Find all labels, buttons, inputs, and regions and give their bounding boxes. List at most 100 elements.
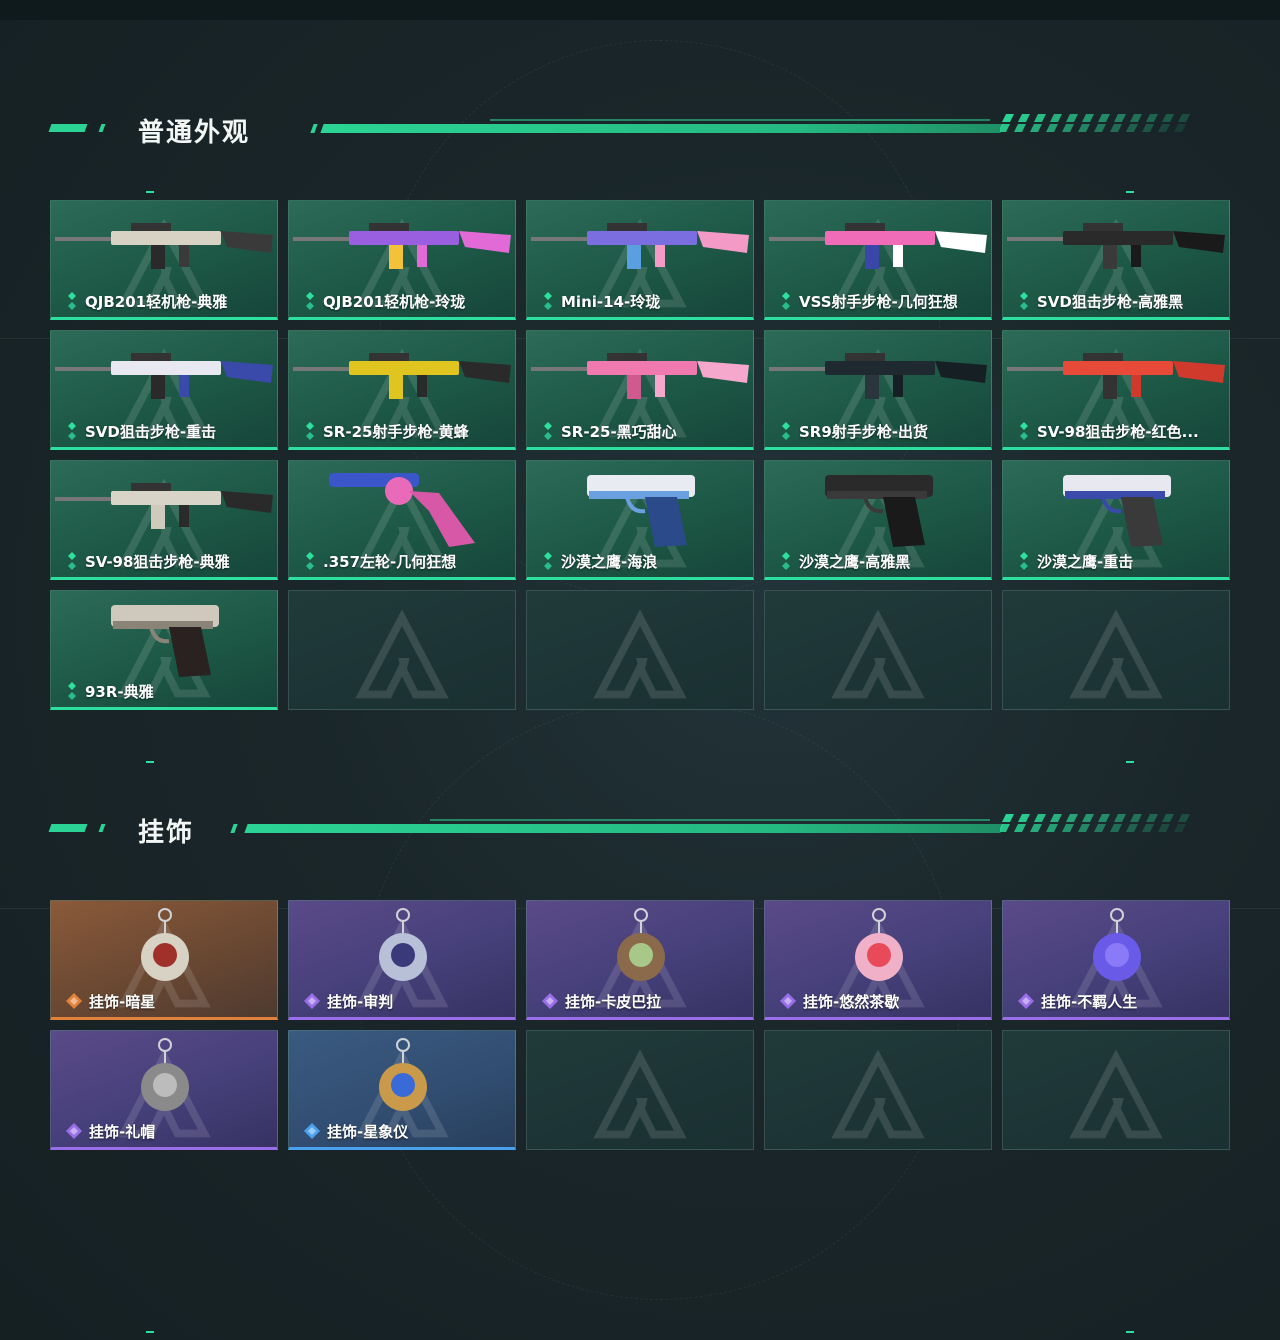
item-name: SR-25-黑巧甜心: [561, 422, 677, 441]
sr25-pink-icon: [531, 353, 749, 399]
charm-card[interactable]: 挂饰-悠然茶歇: [764, 900, 992, 1020]
rarity-diamond-icon: [544, 552, 552, 570]
header-bar: [320, 124, 1004, 133]
corner-tick: [1126, 1331, 1134, 1333]
empty-slot: [1002, 590, 1230, 710]
skin-card[interactable]: 沙漠之鹰-海浪: [526, 460, 754, 580]
rarity-diamond-icon: [304, 1123, 320, 1139]
skin-card[interactable]: QJB201轻机枪-玲珑: [288, 200, 516, 320]
sv98-red-icon: [1007, 353, 1225, 399]
rarity-diamond-icon: [1020, 292, 1028, 310]
skin-card[interactable]: SR-25-黑巧甜心: [526, 330, 754, 450]
rarity-diamond-icon: [68, 422, 76, 440]
charm-card[interactable]: 挂饰-审判: [288, 900, 516, 1020]
card-label: 挂饰-不羁人生: [1017, 991, 1137, 1011]
skin-card[interactable]: 93R-典雅: [50, 590, 278, 710]
section-header-skins: 普通外观: [48, 110, 1200, 150]
sv98-classic-icon: [55, 483, 273, 529]
rarity-diamond-icon: [542, 993, 558, 1009]
deagle-black-icon: [825, 475, 933, 547]
brand-watermark-icon: [1069, 1050, 1163, 1139]
svd-white-blue-icon: [55, 353, 273, 399]
item-name: Mini-14-玲珑: [561, 292, 661, 311]
item-name: 挂饰-悠然茶歇: [803, 992, 900, 1011]
corner-tick: [1126, 761, 1134, 763]
skin-card[interactable]: SR-25射手步枪-黄蜂: [288, 330, 516, 450]
item-name: 挂饰-审判: [327, 992, 394, 1011]
revolver-pink-icon: [329, 473, 475, 547]
empty-slot: [764, 1030, 992, 1150]
rarity-diamond-icon: [782, 552, 790, 570]
card-label: 挂饰-礼帽: [65, 1121, 155, 1141]
skin-card[interactable]: VSS射手步枪-几何狂想: [764, 200, 992, 320]
item-name: 挂饰-礼帽: [89, 1122, 156, 1141]
skins-grid: QJB201轻机枪-典雅 QJB201轻机枪-玲珑 Mini-14-玲珑 VSS…: [50, 200, 1230, 710]
rarity-diamond-icon: [544, 422, 552, 440]
item-name: SV-98狙击步枪-红色...: [1037, 422, 1199, 441]
skin-card[interactable]: SV-98狙击步枪-红色...: [1002, 330, 1230, 450]
vss-pink-icon: [769, 223, 987, 269]
charm-card[interactable]: 挂饰-星象仪: [288, 1030, 516, 1150]
rarity-diamond-icon: [1020, 422, 1028, 440]
section-title: 挂饰: [138, 818, 195, 848]
deagle-white-icon: [1063, 475, 1171, 547]
header-dash: [98, 824, 106, 832]
rarity-diamond-icon: [68, 292, 76, 310]
item-name: SV-98狙击步枪-典雅: [85, 552, 230, 571]
charm-card[interactable]: 挂饰-暗星: [50, 900, 278, 1020]
item-name: 挂饰-卡皮巴拉: [565, 992, 662, 1011]
rarity-diamond-icon: [304, 993, 320, 1009]
item-name: VSS射手步枪-几何狂想: [799, 292, 958, 311]
charms-grid: 挂饰-暗星 挂饰-审判 挂饰-卡皮巴拉 挂饰-悠然茶歇 挂饰-不羁人生 挂饰-礼…: [50, 900, 1230, 1150]
charm-capybara-icon: [617, 908, 665, 981]
skin-card[interactable]: 沙漠之鹰-高雅黑: [764, 460, 992, 580]
charm-card[interactable]: 挂饰-卡皮巴拉: [526, 900, 754, 1020]
card-label: SR-25射手步枪-黄蜂: [303, 421, 469, 441]
empty-slot: [288, 590, 516, 710]
charm-hat-icon: [141, 1038, 189, 1111]
card-label: VSS射手步枪-几何狂想: [779, 291, 958, 311]
skin-card[interactable]: SVD狙击步枪-高雅黑: [1002, 200, 1230, 320]
empty-slot: [764, 590, 992, 710]
rarity-diamond-icon: [306, 422, 314, 440]
skin-card[interactable]: SV-98狙击步枪-典雅: [50, 460, 278, 580]
skin-card[interactable]: 沙漠之鹰-重击: [1002, 460, 1230, 580]
card-label: SR-25-黑巧甜心: [541, 421, 677, 441]
header-thin-line: [430, 819, 990, 821]
lmg-purple-icon: [293, 223, 511, 269]
header-dash: [48, 124, 88, 132]
corner-tick: [146, 761, 154, 763]
empty-slot: [526, 1030, 754, 1150]
charm-card[interactable]: 挂饰-礼帽: [50, 1030, 278, 1150]
sr25-yellow-icon: [293, 353, 511, 399]
card-label: Mini-14-玲珑: [541, 291, 660, 311]
rarity-diamond-icon: [782, 292, 790, 310]
skin-card[interactable]: Mini-14-玲珑: [526, 200, 754, 320]
svd-black-icon: [1007, 223, 1225, 269]
brand-watermark-icon: [831, 610, 925, 699]
card-label: 挂饰-暗星: [65, 991, 155, 1011]
charm-astrolabe-icon: [379, 1038, 427, 1111]
header-dash: [48, 824, 88, 832]
card-label: 挂饰-审判: [303, 991, 393, 1011]
skin-card[interactable]: .357左轮-几何狂想: [288, 460, 516, 580]
item-name: SR9射手步枪-出货: [799, 422, 929, 441]
section-header-charms: 挂饰: [48, 810, 1200, 850]
item-name: QJB201轻机枪-玲珑: [323, 292, 466, 311]
skin-card[interactable]: QJB201轻机枪-典雅: [50, 200, 278, 320]
skin-card[interactable]: SVD狙击步枪-重击: [50, 330, 278, 450]
card-label: SVD狙击步枪-高雅黑: [1017, 291, 1183, 311]
item-name: SR-25射手步枪-黄蜂: [323, 422, 469, 441]
corner-tick: [146, 191, 154, 193]
card-label: 挂饰-卡皮巴拉: [541, 991, 661, 1011]
pistol-93r-icon: [111, 605, 219, 677]
brand-watermark-icon: [593, 1050, 687, 1139]
item-name: .357左轮-几何狂想: [323, 552, 457, 571]
charm-card-icon: [379, 908, 427, 981]
charm-card[interactable]: 挂饰-不羁人生: [1002, 900, 1230, 1020]
rarity-diamond-icon: [306, 552, 314, 570]
corner-tick: [1126, 191, 1134, 193]
skin-card[interactable]: SR9射手步枪-出货: [764, 330, 992, 450]
rarity-diamond-icon: [1020, 552, 1028, 570]
card-label: 挂饰-星象仪: [303, 1121, 408, 1141]
